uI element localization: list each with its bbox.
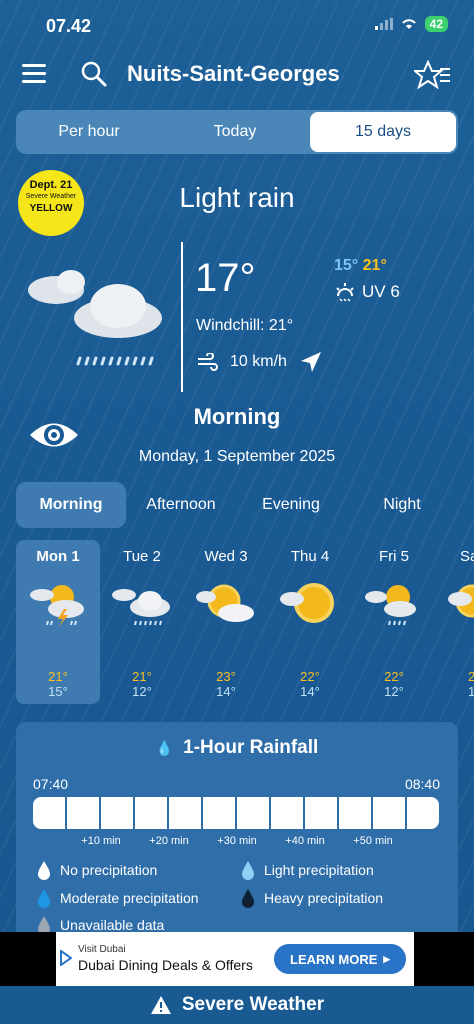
location-title[interactable]: Nuits-Saint-Georges	[127, 61, 340, 87]
tab-afternoon[interactable]: Afternoon	[126, 482, 236, 528]
period-title: Morning	[193, 404, 281, 429]
min-max-temperature: 15° 21°	[334, 257, 387, 275]
tick-label: +50 min	[353, 835, 393, 847]
day-forecast-strip: Mon 1 21° 15° Tue 2 21° 12° Wed 3 23° 14…	[16, 540, 474, 706]
period-date: Monday, 1 September 2025	[138, 448, 336, 465]
day-name: Thu 4	[290, 548, 330, 565]
period-tabs: Morning Afternoon Evening Night	[16, 482, 458, 528]
status-icons: 42	[374, 16, 448, 32]
tick-label: +20 min	[149, 835, 189, 847]
day-max: 21°	[48, 669, 68, 684]
rainfall-end-time: 08:40	[404, 776, 440, 792]
sun-rain-icon	[352, 569, 436, 639]
legend-no-precipitation: No precipitation	[36, 860, 157, 880]
max-temp: 21°	[362, 257, 387, 274]
storm-icon	[16, 569, 100, 639]
drop-white-icon	[38, 861, 50, 880]
day-card-wed[interactable]: Wed 3 23° 14°	[184, 540, 268, 704]
tab-night[interactable]: Night	[346, 482, 458, 528]
raindrops-icon: 💧	[155, 740, 174, 756]
ad-banner[interactable]: Visit Dubai Dubai Dining Deals & Offers …	[56, 932, 414, 986]
divider	[181, 242, 183, 392]
day-card-sat[interactable]: Sa 2 1	[436, 540, 474, 704]
drop-blue-icon	[38, 889, 50, 908]
rainfall-title: 💧 1-Hour Rainfall	[155, 737, 319, 758]
day-max: 21°	[132, 669, 152, 684]
tab-per-hour[interactable]: Per hour	[16, 110, 162, 154]
day-min: 12°	[384, 684, 404, 699]
wifi-icon	[401, 19, 416, 29]
wind-direction-arrow-icon	[300, 352, 321, 372]
drop-light-blue-icon	[242, 861, 254, 880]
day-min: 12°	[132, 684, 152, 699]
day-name: Fri 5	[379, 548, 409, 565]
day-min: 14°	[216, 684, 236, 699]
day-name: Wed 3	[204, 548, 248, 565]
partly-cloudy-icon	[184, 569, 268, 639]
status-time: 07.42	[46, 16, 92, 36]
day-max: 2	[468, 669, 474, 684]
uv-value: UV 6	[362, 282, 400, 301]
day-card-thu[interactable]: Thu 4 22° 14°	[268, 540, 352, 704]
forecast-tabs: Per hour Today 15 days	[16, 110, 458, 154]
day-name: Sa	[460, 548, 474, 565]
legend-heavy-precipitation: Heavy precipitation	[240, 888, 383, 908]
wind-icon	[198, 353, 218, 371]
sun-uv-icon	[336, 283, 354, 302]
day-min: 14°	[300, 684, 320, 699]
tick-label: +10 min	[81, 835, 121, 847]
ad-headline: Dubai Dining Deals & Offers	[78, 957, 253, 973]
rainfall-timeline-bar	[33, 797, 439, 829]
ad-learn-more-button[interactable]: LEARN MORE ▸	[274, 944, 406, 974]
day-max: 22°	[384, 669, 404, 684]
day-card-mon[interactable]: Mon 1 21° 15°	[16, 540, 100, 704]
current-temperature: 17°	[195, 256, 256, 300]
day-name: Tue 2	[123, 548, 161, 565]
day-name: Mon 1	[36, 548, 80, 565]
chevron-right-icon: ▸	[383, 951, 390, 966]
search-icon[interactable]	[80, 60, 108, 93]
day-card-tue[interactable]: Tue 2 21° 12°	[100, 540, 184, 704]
windchill: Windchill: 21°	[196, 317, 294, 334]
severe-weather-footer[interactable]: Severe Weather	[0, 986, 474, 1024]
battery-indicator: 42	[424, 16, 448, 32]
tick-label: +30 min	[217, 835, 257, 847]
rain-cloud-large-icon	[26, 268, 166, 373]
current-condition: Light rain	[179, 182, 295, 213]
day-card-fri[interactable]: Fri 5 22° 12°	[352, 540, 436, 704]
ad-sponsor: Visit Dubai	[78, 944, 126, 955]
tab-morning[interactable]: Morning	[16, 482, 126, 528]
uv-index: UV 6	[334, 282, 400, 302]
sun-cloud-icon	[436, 569, 474, 639]
legend-light-precipitation: Light precipitation	[240, 860, 374, 880]
sun-cloud-icon	[268, 569, 352, 639]
wind-speed: 10 km/h	[230, 353, 287, 370]
min-temp: 15°	[334, 257, 359, 274]
tab-today[interactable]: Today	[162, 110, 308, 154]
footer-label: Severe Weather	[181, 994, 325, 1015]
day-min: 1	[468, 684, 474, 699]
menu-icon[interactable]	[22, 64, 46, 84]
day-max: 23°	[216, 669, 236, 684]
legend-moderate-precipitation: Moderate precipitation	[36, 888, 199, 908]
signal-icon	[374, 18, 393, 30]
day-max: 22°	[300, 669, 320, 684]
tab-evening[interactable]: Evening	[236, 482, 346, 528]
day-min: 15°	[48, 684, 68, 699]
rain-cloud-icon	[100, 569, 184, 639]
ad-play-icon	[60, 950, 72, 966]
warning-icon	[150, 996, 171, 1014]
tick-label: +40 min	[285, 835, 325, 847]
rainfall-start-time: 07:40	[33, 776, 69, 792]
wind-info: 10 km/h	[196, 350, 323, 374]
drop-dark-icon	[242, 889, 254, 908]
favorites-star-icon[interactable]	[412, 59, 452, 95]
tab-15-days[interactable]: 15 days	[310, 112, 456, 152]
